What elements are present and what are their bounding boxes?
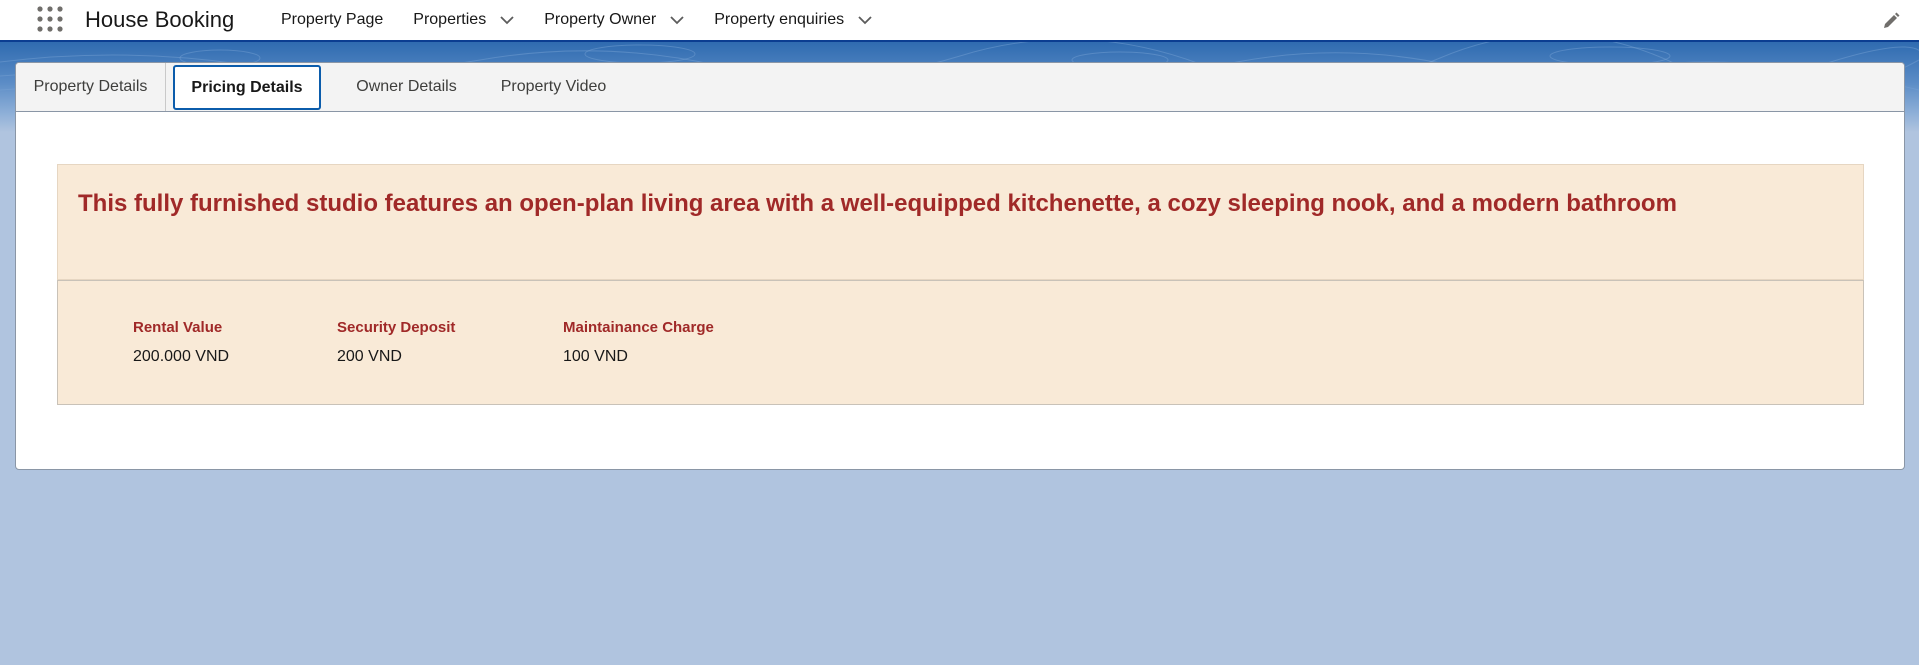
global-header: House Booking Property Page Properties P… — [0, 0, 1919, 42]
property-description: This fully furnished studio features an … — [78, 190, 1677, 217]
tab-property-video[interactable]: Property Video — [481, 63, 626, 111]
tab-bar: Property Details Pricing Details Owner D… — [16, 63, 1904, 112]
tab-pricing-details[interactable]: Pricing Details — [173, 65, 321, 110]
tab-label: Pricing Details — [191, 78, 303, 96]
security-deposit-value: 200 VND — [337, 348, 402, 365]
nav-item-property-page[interactable]: Property Page — [281, 11, 383, 29]
tab-label: Property Video — [500, 78, 607, 95]
app-name: House Booking — [85, 7, 235, 32]
security-deposit-label: Security Deposit — [337, 319, 456, 336]
record-card: Property Details Pricing Details Owner D… — [15, 62, 1905, 470]
tab-owner-details[interactable]: Owner Details — [334, 63, 479, 111]
rental-value-label: Rental Value — [133, 319, 223, 336]
rental-value: 200.000 VND — [133, 348, 230, 365]
chevron-down-icon[interactable] — [670, 13, 684, 27]
description-panel: This fully furnished studio features an … — [57, 164, 1864, 280]
nav-item-property-owner[interactable]: Property Owner — [544, 11, 684, 29]
nav-item-label: Properties — [413, 11, 487, 28]
nav-item-property-enquiries[interactable]: Property enquiries — [714, 11, 872, 29]
chevron-down-icon[interactable] — [858, 13, 872, 27]
tab-label: Property Details — [33, 78, 148, 95]
pricing-panel: Rental Value 200.000 VND Security Deposi… — [57, 280, 1864, 405]
app-launcher-grid-icon[interactable] — [36, 5, 64, 33]
pencil-edit-icon[interactable] — [1882, 12, 1900, 30]
nav-item-label: Property enquiries — [714, 11, 845, 28]
maintenance-charge-label: Maintainance Charge — [563, 319, 714, 336]
nav-item-properties[interactable]: Properties — [413, 11, 514, 29]
security-deposit-field: Security Deposit 200 VND — [337, 319, 455, 366]
nav-item-label: Property Owner — [544, 11, 657, 28]
tab-property-details[interactable]: Property Details — [16, 63, 166, 111]
nav-item-label: Property Page — [281, 11, 384, 28]
maintenance-charge-value: 100 VND — [563, 348, 628, 365]
tab-label: Owner Details — [356, 78, 457, 95]
maintenance-charge-field: Maintainance Charge 100 VND — [563, 319, 714, 366]
nav-bar: Property Page Properties Property Owner … — [281, 0, 902, 40]
chevron-down-icon[interactable] — [500, 13, 514, 27]
rental-value-field: Rental Value 200.000 VND — [133, 319, 229, 366]
